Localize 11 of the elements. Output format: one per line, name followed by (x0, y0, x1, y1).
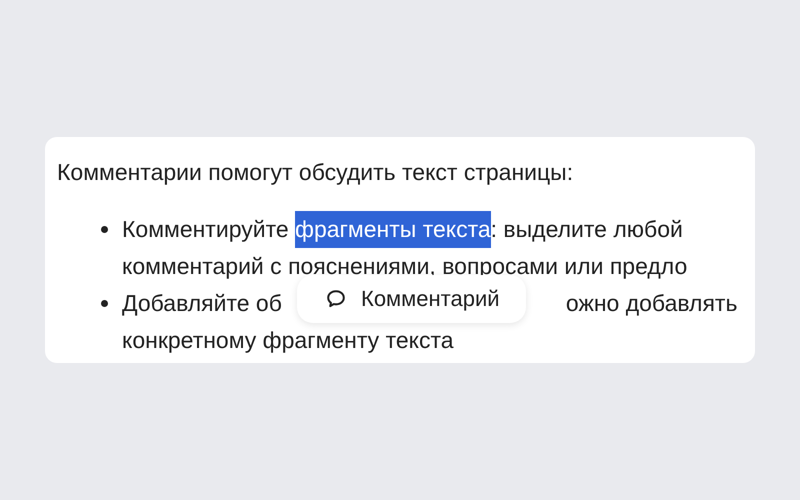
selected-text: фрагменты текста (295, 211, 491, 248)
body-text: Комментируйте (122, 215, 290, 244)
bullet-icon (101, 226, 108, 233)
body-text: ожно добавлять (566, 289, 738, 318)
speech-bubble-icon (325, 288, 347, 310)
body-text: Добавляйте об (122, 289, 282, 318)
comment-button[interactable]: Комментарий (297, 275, 526, 323)
intro-text: Комментарии помогут обсудить текст страницы: (57, 158, 574, 187)
body-text: конкретному фрагменту текста (122, 326, 454, 355)
body-text: : выделите любой (490, 215, 683, 244)
bullet-icon (101, 300, 108, 307)
